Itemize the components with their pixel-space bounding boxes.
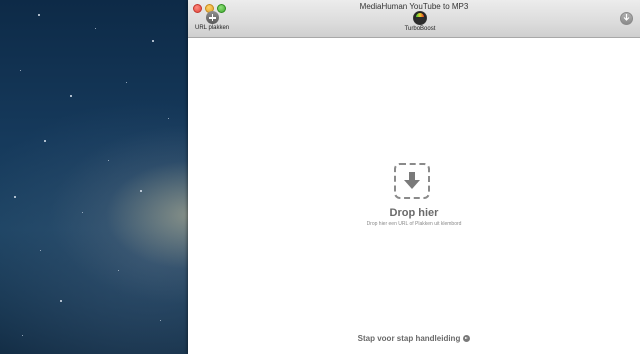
guide-label: Stap voor stap handleiding — [357, 334, 461, 343]
star — [140, 190, 142, 192]
star — [95, 28, 96, 29]
plus-circle-icon — [205, 11, 219, 24]
star — [108, 160, 109, 161]
star — [168, 118, 169, 119]
download-arrow-icon — [404, 172, 420, 189]
turboboost-button[interactable]: TurboBoost — [403, 11, 437, 32]
star — [126, 82, 127, 83]
star — [82, 212, 83, 213]
arrow-right-circle-icon — [463, 335, 471, 342]
turboboost-label: TurboBoost — [404, 26, 436, 32]
star — [22, 335, 23, 336]
desktop-wallpaper — [0, 0, 188, 354]
app-window: MediaHuman YouTube to MP3 URL plakken Tu… — [188, 0, 640, 354]
paste-url-button[interactable]: URL plakken — [195, 11, 229, 31]
drop-zone-title: Drop hier — [389, 207, 439, 219]
title-bar: MediaHuman YouTube to MP3 URL plakken Tu… — [188, 0, 640, 38]
paste-url-label: URL plakken — [195, 25, 230, 31]
window-title: MediaHuman YouTube to MP3 — [359, 2, 469, 11]
step-by-step-guide-link[interactable]: Stap voor stap handleiding — [188, 334, 640, 343]
drop-zone-box[interactable] — [394, 163, 430, 199]
star — [14, 196, 16, 198]
star — [70, 95, 72, 97]
download-button[interactable] — [620, 12, 633, 25]
drop-zone-subtitle: Drop hier een URL of Plakken uit klembor… — [366, 221, 462, 227]
star — [152, 40, 154, 42]
star — [60, 300, 62, 302]
star — [20, 70, 21, 71]
star — [118, 270, 119, 271]
star — [44, 140, 46, 142]
star — [160, 320, 161, 321]
star — [38, 14, 40, 16]
star — [40, 250, 41, 251]
download-arrow-icon — [623, 14, 630, 21]
speedometer-icon — [413, 11, 427, 25]
